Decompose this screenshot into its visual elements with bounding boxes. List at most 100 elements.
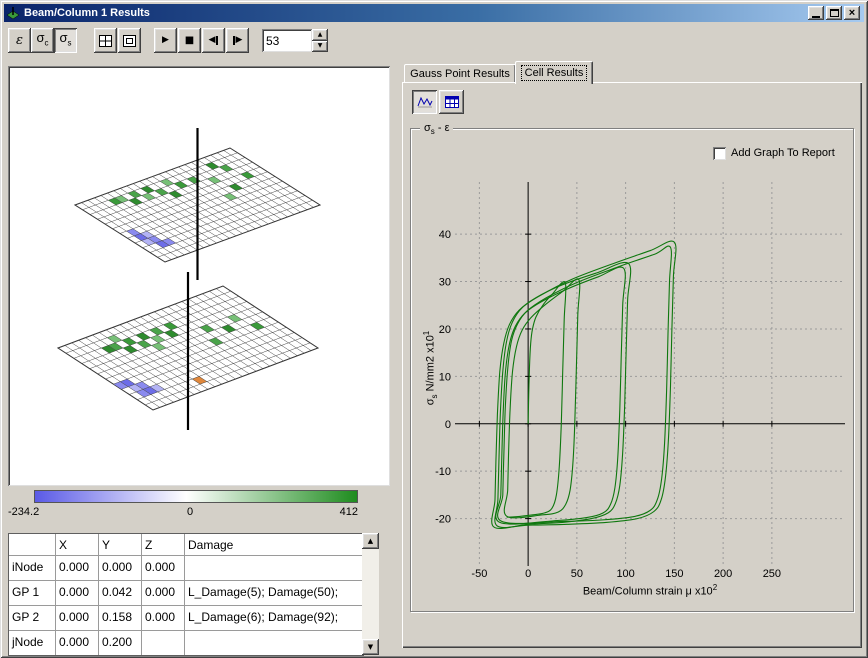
x-tick-label: 150 [665, 568, 683, 580]
y-tick-label: 0 [445, 419, 451, 431]
x-tick-label: 250 [763, 568, 781, 580]
color-scale-min-label: -234.2 [8, 506, 39, 518]
hysteresis-loop-103 [492, 262, 631, 528]
table-header-cell: Z [142, 534, 184, 555]
table-cell-z: 0.000 [142, 556, 184, 580]
tab-gauss-point-results[interactable]: Gauss Point Results [404, 64, 516, 83]
groupbox-title: σs - ε [420, 122, 453, 136]
series-group [492, 241, 676, 528]
tab-label-cell: Cell Results [522, 66, 587, 80]
stop-icon: ■ [185, 36, 194, 45]
table-header-cell: Y [99, 534, 141, 555]
element-mesh-view[interactable] [10, 68, 388, 484]
hysteresis-loop-146 [498, 246, 672, 523]
table-row-label: GP 2 [9, 606, 55, 630]
table-cell-x: 0.000 [56, 631, 98, 655]
data-table-icon [445, 96, 459, 108]
line-chart-icon [417, 95, 433, 109]
minimize-icon [812, 16, 820, 18]
y-tick-label: 20 [439, 324, 451, 336]
x-tick-label: 200 [714, 568, 732, 580]
y-tick-label: -20 [435, 514, 451, 526]
table-cell-damage [185, 631, 363, 655]
table-row-label: iNode [9, 556, 55, 580]
x-axis-label: Beam/Column strain μ x102 [520, 583, 780, 598]
table-view-button[interactable] [439, 90, 464, 114]
sigma-c-icon: σc [36, 31, 48, 50]
tab-label-gauss: Gauss Point Results [410, 68, 510, 80]
table-row-label: GP 1 [9, 581, 55, 605]
step-forward-icon: ▶ [236, 36, 243, 45]
x-tick-label: 0 [525, 568, 531, 580]
sigma-s-icon: σs [59, 31, 71, 50]
add-graph-checkbox-label: Add Graph To Report [731, 147, 835, 159]
scroll-down-button[interactable]: ▼ [362, 639, 379, 655]
gauss-point-table: XYZDamageiNode0.0000.0000.000GP 10.0000.… [8, 533, 364, 656]
y-tick-label: 40 [439, 229, 451, 241]
grid-view-button[interactable] [94, 28, 117, 53]
strain-button[interactable]: ε [8, 28, 31, 53]
epsilon-icon: ε [16, 34, 23, 47]
table-cell-z: 0.000 [142, 606, 184, 630]
table-cell-z: 0.000 [142, 581, 184, 605]
tab-cell-results[interactable]: Cell Results [515, 61, 593, 84]
play-button[interactable]: ▶ [154, 28, 177, 53]
window-title: Beam/Column 1 Results [24, 7, 150, 19]
color-scale-zero-label: 0 [180, 506, 200, 518]
color-scale-max-label: 412 [330, 506, 358, 518]
table-cell-y: 0.000 [99, 556, 141, 580]
table-header-cell [9, 534, 55, 555]
title-bar[interactable]: Beam/Column 1 Results × [4, 4, 864, 22]
table-cell-damage: L_Damage(5); Damage(50); [185, 581, 363, 605]
table-header-cell: Damage [185, 534, 363, 555]
y-tick-label: -10 [435, 466, 451, 478]
maximize-button[interactable] [826, 6, 842, 20]
step-forward-bar-icon [233, 36, 235, 45]
table-cell-x: 0.000 [56, 556, 98, 580]
table-row-label: jNode [9, 631, 55, 655]
table-cell-x: 0.000 [56, 606, 98, 630]
spin-up-button[interactable]: ▲ [312, 29, 328, 41]
single-pane-icon [123, 35, 136, 47]
table-cell-y: 0.042 [99, 581, 141, 605]
graph-view-button[interactable] [412, 90, 437, 114]
window-controls: × [808, 6, 860, 20]
sigma-s-button[interactable]: σs [54, 28, 77, 53]
table-cell-z [142, 631, 184, 655]
step-back-icon: ◀ [209, 36, 216, 45]
x-tick-label: -50 [471, 568, 487, 580]
frame-spinner: ▲ ▼ [312, 29, 328, 52]
step-forward-button[interactable]: ▶ [226, 28, 249, 53]
y-tick-label: 10 [439, 371, 451, 383]
y-tick-label: 30 [439, 277, 451, 289]
sigma-c-button[interactable]: σc [31, 28, 54, 53]
table-cell-damage [185, 556, 363, 580]
y-axis-label: σs N/mm2 x101 [422, 298, 436, 438]
spin-down-button[interactable]: ▼ [312, 41, 328, 53]
single-view-button[interactable] [118, 28, 141, 53]
hysteresis-loop-98 [496, 267, 626, 524]
step-back-button[interactable]: ◀ [202, 28, 225, 53]
table-scrollbar[interactable]: ▲ ▼ [362, 533, 379, 655]
play-icon: ▶ [162, 36, 169, 45]
step-back-bar-icon [216, 36, 218, 45]
maximize-icon [830, 9, 839, 17]
close-button[interactable]: × [844, 6, 860, 20]
app-icon [6, 6, 20, 20]
table-cell-x: 0.000 [56, 581, 98, 605]
app-window: Beam/Column 1 Results × ε σc σs ▶ ■ ◀ [0, 0, 868, 658]
frame-number-input[interactable] [262, 29, 312, 52]
x-tick-label: 50 [571, 568, 583, 580]
scroll-up-button[interactable]: ▲ [362, 533, 379, 549]
damage-color-scale [34, 490, 358, 503]
minimize-button[interactable] [808, 6, 824, 20]
x-tick-label: 100 [616, 568, 634, 580]
table-cell-y: 0.200 [99, 631, 141, 655]
add-graph-checkbox[interactable] [713, 147, 726, 160]
table-header-cell: X [56, 534, 98, 555]
table-cell-y: 0.158 [99, 606, 141, 630]
four-pane-grid-icon [99, 35, 112, 47]
stress-strain-chart: -50 0 50 100 150 200 250 -20 -10 0 10 20 30 40 [412, 140, 852, 602]
table-cell-damage: L_Damage(6); Damage(92); [185, 606, 363, 630]
stop-button[interactable]: ■ [178, 28, 201, 53]
